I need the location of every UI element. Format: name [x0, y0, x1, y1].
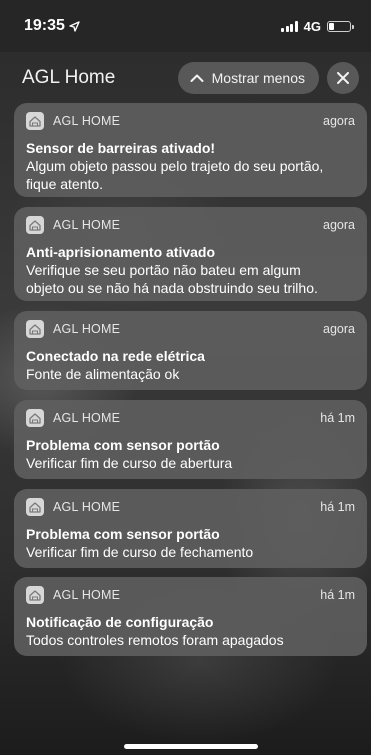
- notification-body-line: fique atento.: [26, 176, 104, 192]
- notification-app-name: AGL HOME: [53, 218, 121, 232]
- chevron-up-icon: [190, 74, 204, 82]
- agl-home-app-icon: [26, 409, 44, 427]
- notification-app: AGL HOME: [26, 216, 120, 234]
- notification-header: AGL HOME agora: [26, 215, 355, 235]
- notification-card[interactable]: AGL HOME agora Conectado na rede elétric…: [14, 311, 367, 390]
- notification-app-name: AGL HOME: [53, 411, 121, 425]
- notification-time: agora: [323, 114, 355, 128]
- header-actions: Mostrar menos: [177, 62, 359, 94]
- notification-app-name: AGL HOME: [53, 114, 121, 128]
- notification-header: AGL HOME agora: [26, 319, 355, 339]
- notification-card[interactable]: AGL HOME há 1m Notificação de configuraç…: [14, 577, 367, 656]
- notification-title: Anti-aprisionamento ativado: [26, 244, 216, 260]
- notification-body: Verificar fim de curso de fechamento: [26, 543, 355, 561]
- notification-header: AGL HOME agora: [26, 111, 355, 131]
- notification-body: Verificar fim de curso de abertura: [26, 454, 355, 472]
- status-left: 19:35: [24, 17, 80, 35]
- notification-title: Problema com sensor portão: [26, 526, 220, 542]
- notification-app: AGL HOME: [26, 586, 120, 604]
- notification-body-line: Verifique se seu portão não bateu em alg…: [26, 262, 301, 278]
- agl-home-app-icon: [26, 586, 44, 604]
- notification-app: AGL HOME: [26, 498, 120, 516]
- notification-body: Verifique se seu portão não bateu em alg…: [26, 261, 355, 297]
- network-type: 4G: [303, 18, 321, 34]
- notification-header: AGL HOME há 1m: [26, 408, 355, 428]
- notification-card[interactable]: AGL HOME agora Anti-aprisionamento ativa…: [14, 207, 367, 301]
- notification-body-line: Verificar fim de curso de abertura: [26, 455, 233, 471]
- notification-stack-header: AGL Home Mostrar menos: [0, 58, 371, 98]
- notification-body: Todos controles remotos foram apagados: [26, 631, 355, 649]
- notification-card[interactable]: AGL HOME há 1m Problema com sensor portã…: [14, 489, 367, 568]
- notification-app-name: AGL HOME: [53, 500, 121, 514]
- notification-time: agora: [323, 218, 355, 232]
- status-right: 4G: [281, 18, 354, 34]
- notification-body-line: Fonte de alimentação ok: [26, 366, 180, 382]
- cellular-signal-icon: [281, 20, 298, 32]
- notification-title: Problema com sensor portão: [26, 437, 220, 453]
- notification-body: Fonte de alimentação ok: [26, 365, 355, 383]
- agl-home-app-icon: [26, 216, 44, 234]
- notification-app-name: AGL HOME: [53, 588, 121, 602]
- notification-body: Algum objeto passou pelo trajeto do seu …: [26, 157, 355, 193]
- status-time: 19:35: [24, 17, 65, 34]
- notification-app: AGL HOME: [26, 112, 120, 130]
- notification-body-line: objeto ou se não há nada obstruindo seu …: [26, 280, 318, 296]
- clear-notifications-button[interactable]: [327, 62, 359, 94]
- notification-title: Conectado na rede elétrica: [26, 348, 205, 364]
- battery-low-icon: [327, 20, 354, 32]
- status-bar: 19:35 4G: [0, 0, 371, 52]
- notification-time: há 1m: [320, 411, 355, 425]
- notification-app: AGL HOME: [26, 320, 120, 338]
- agl-home-app-icon: [26, 320, 44, 338]
- location-arrow-icon: [69, 20, 80, 32]
- notification-title: Sensor de barreiras ativado!: [26, 140, 216, 156]
- notification-card[interactable]: AGL HOME agora Sensor de barreiras ativa…: [14, 103, 367, 197]
- notification-body-line: Verificar fim de curso de fechamento: [26, 544, 254, 560]
- show-less-label: Mostrar menos: [211, 70, 305, 86]
- app-group-title: AGL Home: [22, 67, 116, 88]
- agl-home-app-icon: [26, 498, 44, 516]
- notification-card[interactable]: AGL HOME há 1m Problema com sensor portã…: [14, 400, 367, 479]
- home-indicator[interactable]: [124, 744, 258, 749]
- notification-app: AGL HOME: [26, 409, 120, 427]
- notification-time: há 1m: [320, 588, 355, 602]
- close-icon: [337, 72, 349, 84]
- notification-header: AGL HOME há 1m: [26, 497, 355, 517]
- notification-app-name: AGL HOME: [53, 322, 121, 336]
- notification-time: há 1m: [320, 500, 355, 514]
- show-less-button[interactable]: Mostrar menos: [177, 62, 319, 94]
- notification-header: AGL HOME há 1m: [26, 585, 355, 605]
- notification-body-line: Algum objeto passou pelo trajeto do seu …: [26, 158, 324, 174]
- agl-home-app-icon: [26, 112, 44, 130]
- notification-time: agora: [323, 322, 355, 336]
- notification-body-line: Todos controles remotos foram apagados: [26, 632, 284, 648]
- notification-title: Notificação de configuração: [26, 614, 214, 630]
